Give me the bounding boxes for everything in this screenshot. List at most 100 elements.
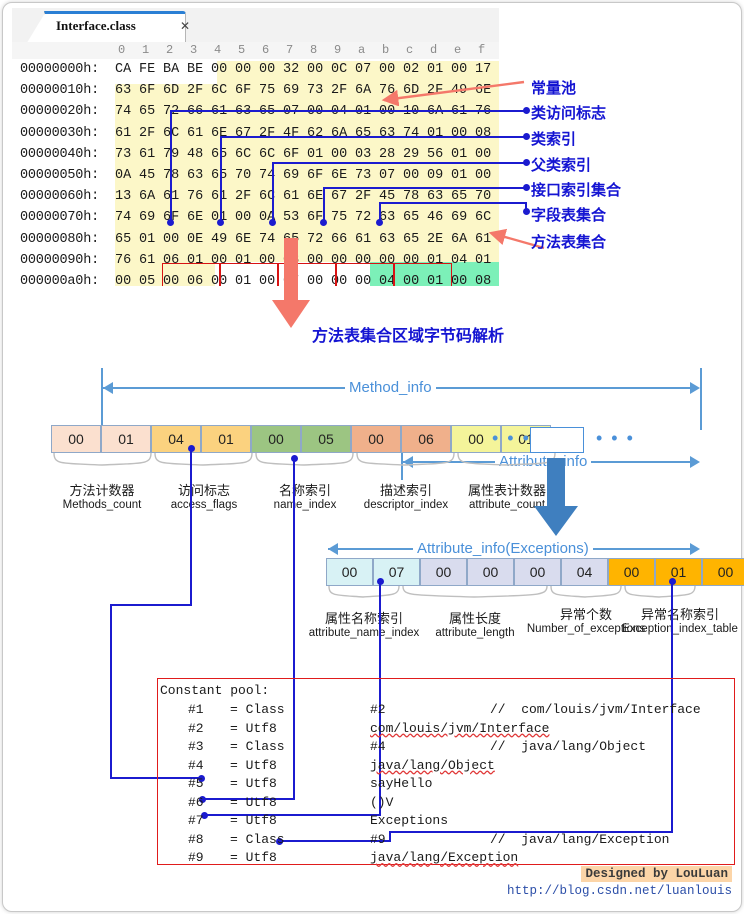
connector-this-class [220,136,526,138]
hex-byte: 6C [259,146,276,162]
constant-pool-text: = Class [230,831,285,847]
hex-byte: 00 [379,62,396,77]
hex-byte: 07 [379,168,396,183]
connector-dot [523,107,530,114]
hex-byte: 69 [283,83,300,99]
hex-byte: 6A [139,189,156,205]
method-info-byte-strip: 00 01 04 01 00 05 00 06 00 01 [51,425,551,453]
hex-byte: 00 [451,125,468,141]
hex-byte: 66 [331,231,348,247]
hex-byte: 32 [283,62,300,77]
hex-byte: 53 [283,210,300,226]
constant-pool-text: #7 [188,813,204,828]
annotation-access-flags: 类访问标志 [531,105,607,122]
field-exception-index-table: 异常名称索引 Exception_index_table [614,604,744,635]
hex-row-address: 00000060h: [20,189,100,205]
hex-byte: 00 [163,231,180,247]
hex-byte: CA [115,62,132,77]
hex-byte: 01 [307,146,324,162]
exception-byte-cell: 00 [514,558,561,586]
annotation-interfaces: 接口索引集合 [531,182,622,199]
hex-redbox-fields-count [394,263,452,286]
hex-byte: 75 [259,83,276,99]
dim-tick [101,368,103,430]
hex-row-address: 00000090h: [20,252,100,268]
brace-descriptor-index [356,453,455,466]
hex-byte: 6C [475,210,492,226]
hex-row-address: 000000a0h: [20,274,100,286]
exception-byte-cell: 00 [608,558,655,586]
hex-byte: 00 [403,168,420,183]
tab-label: Interface.class [56,18,136,33]
hex-byte: 2F [355,189,372,205]
constant-pool-text: #8 [188,831,204,847]
hex-byte: 01 [427,125,444,141]
hex-byte: 61 [139,146,156,162]
constant-pool-text: Constant pool: [160,683,270,698]
constant-pool-text: // java/lang/Exception [490,831,670,847]
hex-col-label: 0 [118,43,126,57]
constant-pool-text: #9 [370,831,386,847]
hex-row-address: 00000030h: [20,125,100,141]
hex-col-label: b [382,43,390,57]
field-label-en: Exception_index_table [622,623,738,635]
dim-label-method-info: Method_info [345,379,436,396]
hex-byte: 72 [355,210,372,226]
hex-byte: 0E [187,231,204,247]
constant-pool-text: #9 [188,850,204,865]
connector-access-flags [170,110,172,222]
constant-pool-text: sayHello [370,776,433,791]
hex-byte: 61 [355,231,372,247]
screenshot-root: Interface.class ✕ 0123456789abcdef 00000… [0,0,744,914]
blog-url[interactable]: http://blog.csdn.net/luanlouis [507,884,732,898]
hex-row-address: 00000040h: [20,146,100,162]
hex-byte: 01 [139,231,156,247]
hex-byte: 04 [451,252,468,268]
hex-byte: 2F [187,83,204,99]
hex-redbox-access-flags [162,263,220,286]
hex-byte: 0C [331,62,348,77]
field-label-cn: 属性长度 [448,611,501,626]
connector-dot [167,219,174,226]
field-label-cn: 异常名称索引 [640,607,719,622]
connector-dot [269,219,276,226]
constant-pool-text: ()V [370,794,394,810]
hex-byte: 08 [475,274,492,286]
hex-byte: 70 [235,168,252,183]
exception-byte-cell: 01 [655,558,702,586]
connector-dot [320,219,327,226]
constant-pool-text: = Utf8 [230,850,277,865]
hex-col-label: 9 [334,43,342,57]
hex-byte: 46 [427,210,444,226]
hex-byte: 63 [379,125,396,141]
constant-pool-text: // java/lang/Object [490,739,647,754]
hex-byte: 00 [331,146,348,162]
brace-methods-count [53,453,152,466]
hex-byte: 17 [475,62,492,77]
hex-col-label: 4 [214,43,222,57]
hex-byte: 00 [115,274,132,286]
hex-byte: 6F [139,83,156,99]
exception-byte-cell: 00 [467,558,514,586]
hex-byte: 6C [211,83,228,99]
brace-exception-index-table [624,586,696,598]
hex-byte: 03 [355,146,372,162]
ellipsis-right: • • • [596,428,635,448]
close-icon[interactable]: ✕ [180,19,190,33]
hex-byte: 63 [379,231,396,247]
hex-column-header: 0 1 2 3 4 5 6 7 8 9 a b c d e f [12,42,499,60]
connector-interfaces [323,187,526,189]
hex-byte: 74 [115,104,132,120]
hex-byte: 62 [307,125,324,141]
hex-byte: 00 [259,62,276,77]
field-label-en: attribute_length [435,627,515,639]
annotation-this-class: 类索引 [531,131,577,148]
dim-arrow-left [103,382,113,394]
method-byte-cell: 00 [251,425,301,453]
hex-byte: 69 [451,210,468,226]
hex-byte: 0A [115,168,132,183]
hex-col-label: 3 [190,43,198,57]
brace-access-flags [154,453,253,466]
hex-byte: 67 [235,125,252,141]
tab-strip: Interface.class ✕ [12,8,499,46]
